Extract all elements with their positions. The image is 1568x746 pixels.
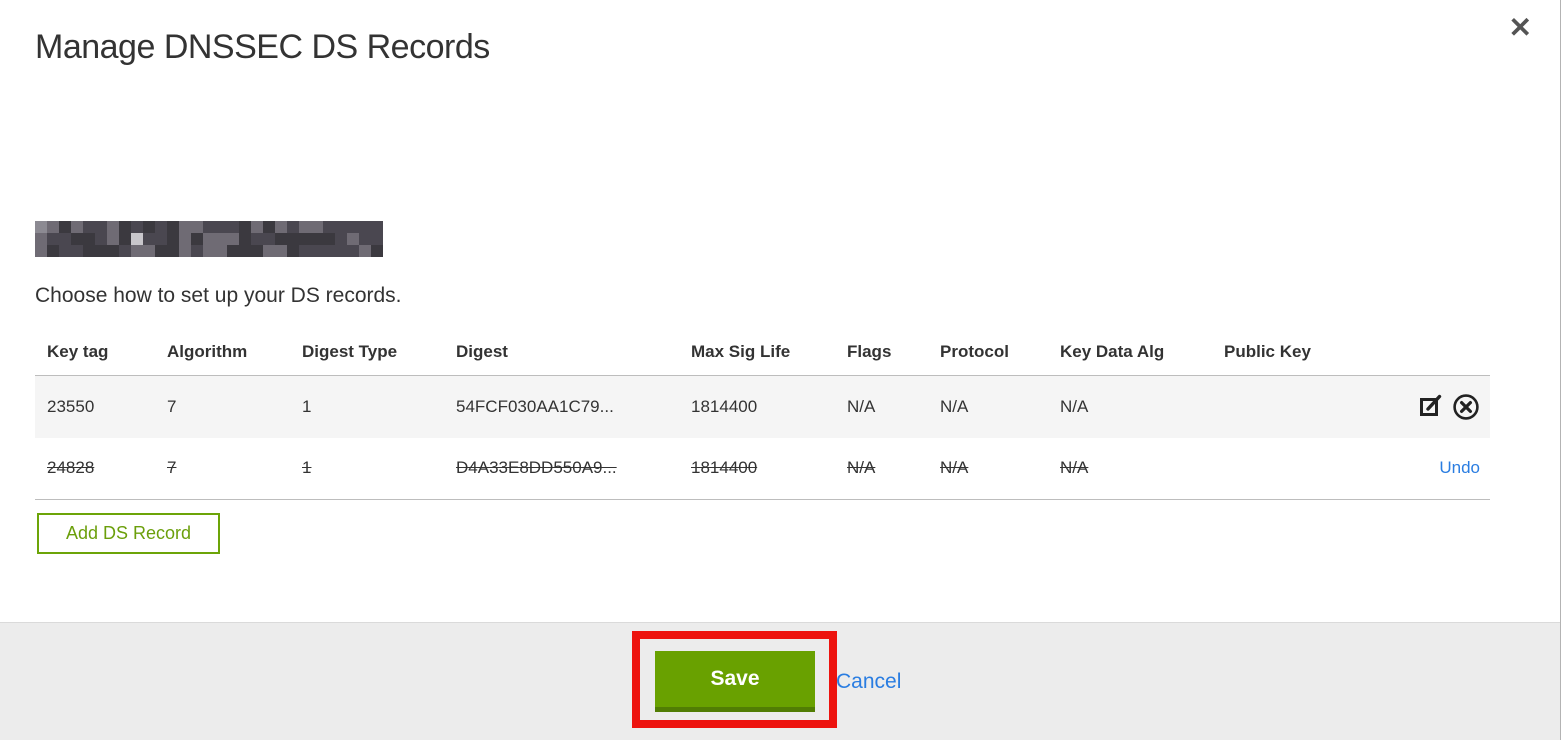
redacted-domain-name (35, 221, 383, 257)
modal-footer: Save Cancel (0, 622, 1560, 740)
cell-max-sig-life: 1814400 (679, 437, 835, 500)
column-header-public-key: Public Key (1212, 330, 1344, 376)
cell-digest: D4A33E8DD550A9... (444, 437, 679, 500)
add-ds-record-button[interactable]: Add DS Record (37, 513, 221, 554)
cell-key-tag: 23550 (35, 375, 155, 438)
instruction-text: Choose how to set up your DS records. (35, 284, 402, 307)
cell-protocol: N/A (928, 375, 1048, 438)
cell-digest-type: 1 (290, 375, 444, 438)
cell-digest: 54FCF030AA1C79... (444, 375, 679, 438)
delete-record-button[interactable] (1452, 393, 1480, 421)
cell-public-key (1212, 375, 1344, 438)
dnssec-modal: Manage DNSSEC DS Records ✕ Choose how to… (0, 0, 1561, 740)
close-icon: ✕ (1508, 12, 1532, 43)
cell-key-data-alg: N/A (1048, 437, 1212, 500)
cell-actions: Undo (1344, 437, 1490, 500)
page-title: Manage DNSSEC DS Records (35, 28, 490, 66)
column-header-digest-type: Digest Type (290, 330, 444, 376)
cell-flags: N/A (835, 437, 928, 500)
column-header-digest: Digest (444, 330, 679, 376)
cell-algorithm: 7 (155, 375, 290, 438)
table-header-row: Key tag Algorithm Digest Type Digest Max… (35, 330, 1490, 376)
cell-public-key (1212, 437, 1344, 500)
cell-digest-type: 1 (290, 437, 444, 500)
cell-key-tag: 24828 (35, 437, 155, 500)
column-header-protocol: Protocol (928, 330, 1048, 376)
save-button[interactable]: Save (655, 651, 815, 712)
cell-key-data-alg: N/A (1048, 375, 1212, 438)
table-row: 24828 7 1 D4A33E8DD550A9... 1814400 N/A … (35, 437, 1490, 500)
cell-flags: N/A (835, 375, 928, 438)
column-header-key-tag: Key tag (35, 330, 155, 376)
ds-records-table: Key tag Algorithm Digest Type Digest Max… (35, 330, 1490, 500)
cell-actions (1344, 375, 1490, 438)
undo-link[interactable]: Undo (1439, 458, 1480, 477)
column-header-actions (1344, 330, 1490, 376)
edit-record-button[interactable] (1418, 393, 1445, 420)
cell-algorithm: 7 (155, 437, 290, 500)
cell-max-sig-life: 1814400 (679, 375, 835, 438)
column-header-algorithm: Algorithm (155, 330, 290, 376)
column-header-flags: Flags (835, 330, 928, 376)
table-row: 23550 7 1 54FCF030AA1C79... 1814400 N/A … (35, 375, 1490, 438)
column-header-key-data-alg: Key Data Alg (1048, 330, 1212, 376)
cancel-link[interactable]: Cancel (836, 651, 901, 712)
column-header-max-sig-life: Max Sig Life (679, 330, 835, 376)
close-button[interactable]: ✕ (1509, 14, 1532, 42)
edit-icon (1418, 393, 1445, 420)
cell-protocol: N/A (928, 437, 1048, 500)
delete-icon (1452, 393, 1480, 421)
